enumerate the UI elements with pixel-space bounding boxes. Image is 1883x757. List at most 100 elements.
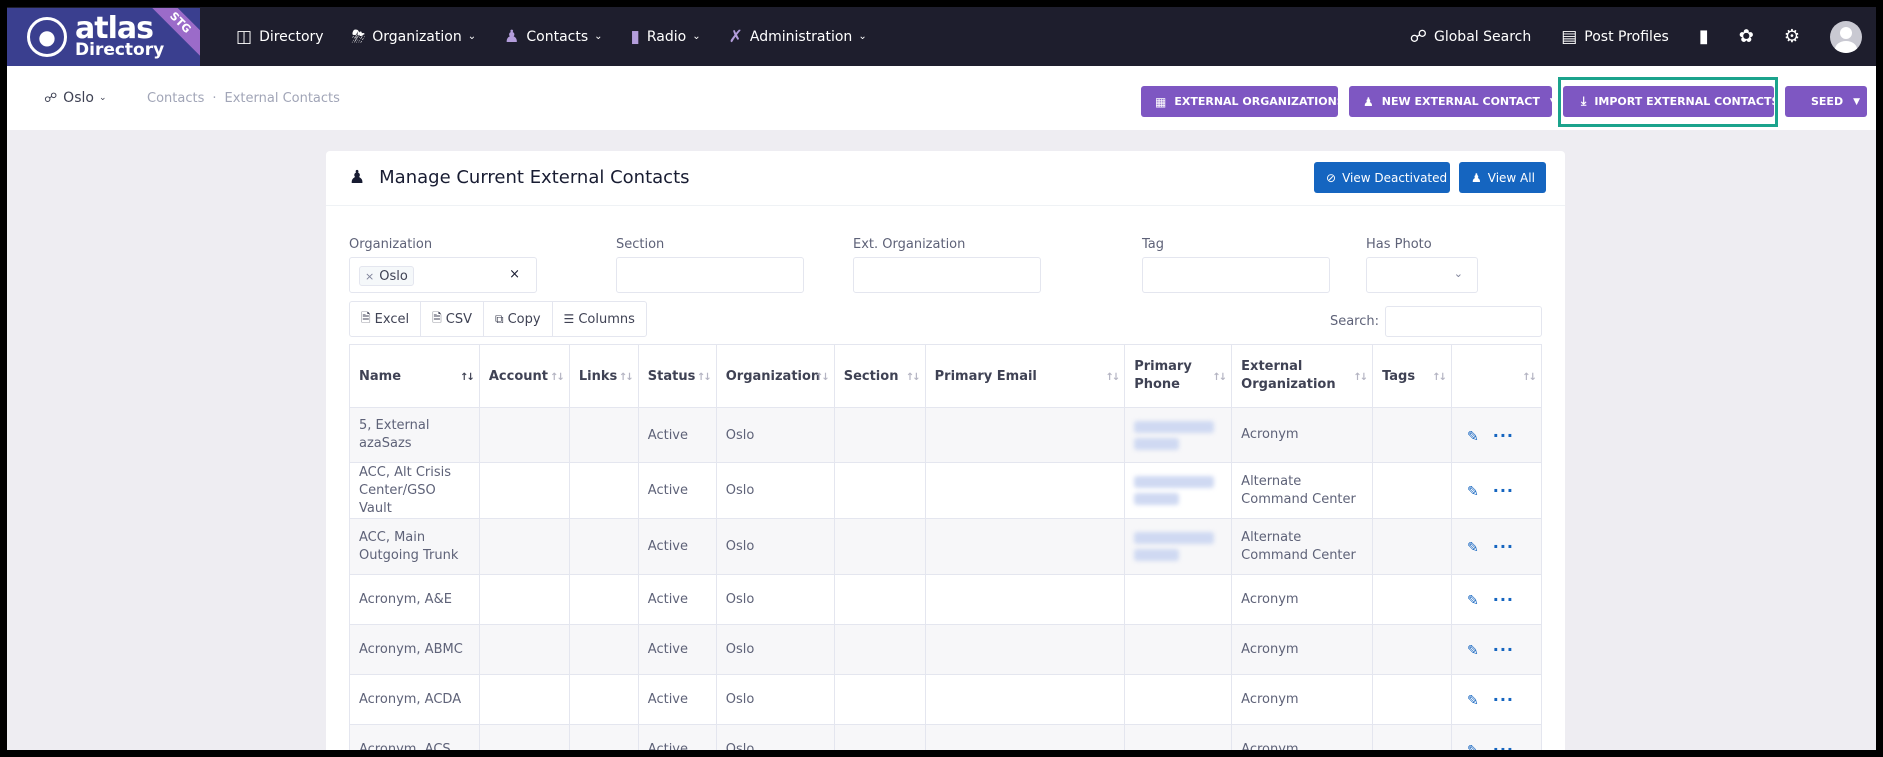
contacts-card: ♟ Manage Current External Contacts ⊘ Vie… <box>326 151 1565 750</box>
cell-status: Active <box>637 518 717 575</box>
table-row[interactable]: Acronym, A&E Active Oslo Acronym ✎ ··· <box>349 574 1542 625</box>
nav-contacts[interactable]: ♟ Contacts ⌄ <box>504 27 602 47</box>
highlight-box <box>1558 77 1778 127</box>
external-organizations-button[interactable]: ▦ EXTERNAL ORGANIZATIONS <box>1141 86 1345 117</box>
sort-icon: ↑↓ <box>814 372 830 383</box>
col-tags[interactable]: Tags ↑↓ <box>1372 344 1452 408</box>
col-primary-phone[interactable]: Primary Phone ↑↓ <box>1124 344 1233 408</box>
tag-select[interactable] <box>1142 257 1330 293</box>
edit-icon[interactable]: ✎ <box>1467 693 1479 709</box>
columns-button[interactable]: ☰ Columns <box>553 302 646 336</box>
csv-button[interactable]: 🗎 CSV <box>421 302 484 336</box>
user-avatar[interactable] <box>1830 20 1862 53</box>
nav-radio[interactable]: ▮ Radio ⌄ <box>631 27 701 47</box>
globe-icon: ☍ <box>44 90 58 106</box>
more-options-icon[interactable]: ··· <box>1493 426 1514 445</box>
more-options-icon[interactable]: ··· <box>1493 740 1514 750</box>
cell-name: Acronym, ACS <box>349 724 480 750</box>
cell-account <box>478 724 570 750</box>
chevron-down-icon: ▼ <box>1549 96 1557 107</box>
cell-actions: ✎ ··· <box>1451 518 1542 575</box>
cell-primary-email <box>924 674 1126 725</box>
button-label: NEW EXTERNAL CONTACT <box>1381 95 1540 108</box>
has-photo-select[interactable]: ⌄ <box>1366 257 1478 293</box>
cell-actions: ✎ ··· <box>1451 407 1542 463</box>
cell-primary-email <box>924 518 1126 575</box>
organization-select[interactable]: × Oslo × <box>349 257 537 293</box>
clear-icon[interactable]: × <box>509 267 520 282</box>
cell-links <box>568 518 639 575</box>
edit-icon[interactable]: ✎ <box>1467 484 1479 500</box>
cell-primary-email <box>924 724 1126 750</box>
edit-icon[interactable]: ✎ <box>1467 743 1479 750</box>
edit-icon[interactable]: ✎ <box>1467 540 1479 556</box>
table-row[interactable]: ACC, Main Outgoing Trunk Active Oslo Altern… <box>349 518 1542 575</box>
redacted-phone <box>1134 420 1215 433</box>
edit-icon[interactable]: ✎ <box>1467 643 1479 659</box>
col-organization[interactable]: Organization ↑↓ <box>715 344 835 408</box>
col-name[interactable]: Name ↑↓ <box>349 344 480 408</box>
cell-organization: Oslo <box>715 724 835 750</box>
more-options-icon[interactable]: ··· <box>1493 690 1514 709</box>
section-filter: Section <box>616 237 804 293</box>
brand-sub: Directory <box>75 40 165 60</box>
col-external-organization[interactable]: External Organization ↑↓ <box>1231 344 1374 408</box>
cell-primary-phone <box>1124 407 1233 463</box>
edit-icon[interactable]: ✎ <box>1467 593 1479 609</box>
cell-primary-phone <box>1124 674 1233 725</box>
nav-administration[interactable]: ✗ Administration ⌄ <box>729 27 867 47</box>
breadcrumb-contacts[interactable]: Contacts <box>147 91 204 106</box>
nav-organization[interactable]: ⛈ Organization ⌄ <box>352 27 477 47</box>
edit-icon[interactable]: ✎ <box>1467 429 1479 445</box>
view-deactivated-button[interactable]: ⊘ View Deactivated <box>1314 162 1450 193</box>
col-actions[interactable]: ↑↓ <box>1451 344 1542 408</box>
new-external-contact-button[interactable]: ♟ NEW EXTERNAL CONTACT ▼ <box>1349 86 1557 117</box>
table-row[interactable]: Acronym, ACS ActiveOslo Acronym ✎ ··· <box>349 724 1542 750</box>
org-chart-icon: ⛈ <box>351 26 366 47</box>
site-selector[interactable]: ☍ Oslo ⌄ <box>44 90 107 106</box>
gears-icon[interactable]: ⚙ <box>1784 26 1800 47</box>
col-account[interactable]: Account ↑↓ <box>478 344 570 408</box>
cell-status: Active <box>637 462 717 519</box>
more-options-icon[interactable]: ··· <box>1493 640 1514 659</box>
remove-tag-icon[interactable]: × <box>365 270 374 283</box>
button-label: CSV <box>445 311 472 327</box>
header-label: Account <box>488 368 549 384</box>
page-title: ♟ Manage Current External Contacts <box>349 167 690 188</box>
table-row[interactable]: Acronym, ABMC Active Oslo Acronym ✎ ··· <box>349 624 1542 675</box>
tag-filter: Tag <box>1142 237 1330 293</box>
cell-organization: Oslo <box>715 462 835 519</box>
seed-button[interactable]: SEED ▼ <box>1785 86 1867 117</box>
col-section[interactable]: Section ↑↓ <box>833 344 926 408</box>
satellite-icon[interactable]: ✿ <box>1739 26 1754 47</box>
sort-icon: ↑↓ <box>619 372 634 383</box>
more-options-icon[interactable]: ··· <box>1493 537 1514 556</box>
view-all-button[interactable]: ♟ View All <box>1459 162 1546 193</box>
chevron-down-icon: ⌄ <box>594 31 603 42</box>
table-row[interactable]: Acronym, ACDA Active Oslo Acronym ✎ ··· <box>349 674 1542 725</box>
more-options-icon[interactable]: ··· <box>1493 481 1514 500</box>
table-row[interactable]: 5, External azaSazs Active Oslo Acronym ✎ ··· <box>349 407 1542 463</box>
nav-directory[interactable]: ◫ Directory <box>236 27 324 47</box>
post-profiles-link[interactable]: ▤ Post Profiles <box>1561 27 1669 47</box>
header-label: Links <box>578 368 618 384</box>
table-row[interactable]: ACC, Alt Crisis Center/GSO Vault Active Os… <box>349 462 1542 519</box>
ext-org-filter: Ext. Organization <box>853 237 1041 293</box>
ext-org-select[interactable] <box>853 257 1041 293</box>
walkie-talkie-icon[interactable]: ▮ <box>1699 26 1709 47</box>
excel-button[interactable]: 🗎 Excel <box>350 302 422 336</box>
selected-tag: × Oslo <box>359 266 414 286</box>
section-select[interactable] <box>616 257 804 293</box>
col-links[interactable]: Links ↑↓ <box>568 344 639 408</box>
global-search-link[interactable]: ☍ Global Search <box>1410 27 1531 47</box>
copy-button[interactable]: ⧉ Copy <box>484 302 553 336</box>
nav-label: Administration <box>749 28 853 45</box>
search-label: Search: <box>1329 314 1379 329</box>
file-csv-icon: 🗎 <box>432 310 442 325</box>
more-options-icon[interactable]: ··· <box>1493 590 1514 609</box>
brand-logo[interactable]: ● atlas Directory STG <box>7 7 200 66</box>
col-primary-email[interactable]: Primary Email ↑↓ <box>924 344 1126 408</box>
search-input[interactable] <box>1385 306 1542 337</box>
tools-icon: ✗ <box>728 26 743 47</box>
col-status[interactable]: Status ↑↓ <box>637 344 717 408</box>
